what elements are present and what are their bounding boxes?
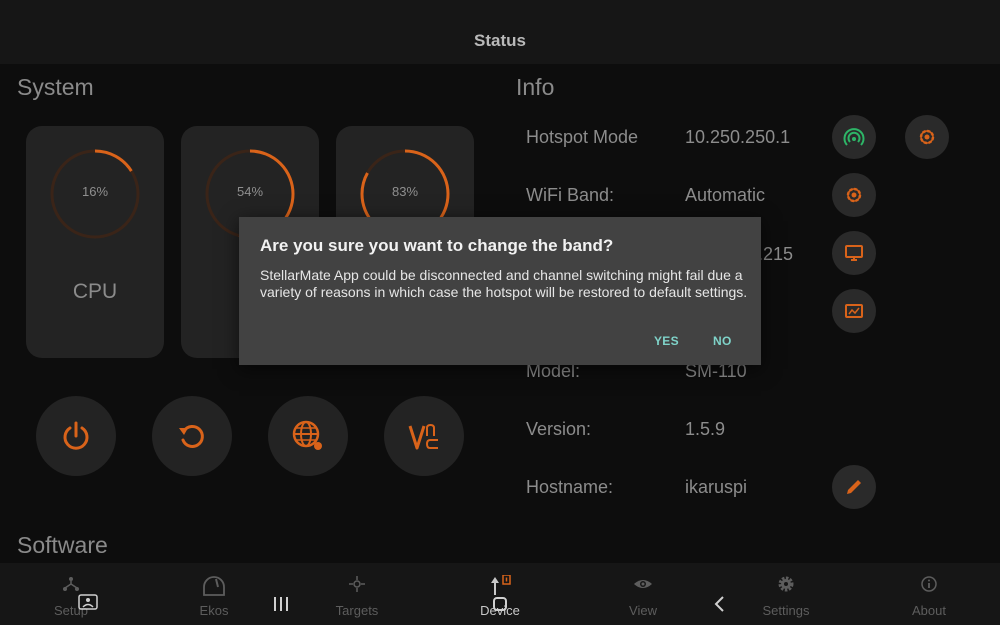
gear-icon: [846, 187, 862, 203]
nav-ekos-label: Ekos: [199, 603, 229, 618]
back-icon[interactable]: [712, 595, 728, 613]
bottom-navigation: Setup Ekos Targets Device View Settings …: [0, 563, 1000, 625]
restart-button[interactable]: [152, 396, 232, 476]
cpu-gauge-card[interactable]: 16% CPU: [26, 126, 164, 358]
restart-icon: [179, 424, 204, 448]
power-button[interactable]: [36, 396, 116, 476]
change-band-dialog: Are you sure you want to change the band…: [239, 217, 761, 365]
nav-about[interactable]: About: [879, 563, 979, 625]
device-icon: [491, 575, 511, 595]
dialog-title: Are you sure you want to change the band…: [260, 236, 614, 255]
cpu-gauge-value: 16%: [81, 184, 109, 199]
nav-settings[interactable]: Settings: [736, 563, 836, 625]
recent-apps-icon[interactable]: [272, 596, 290, 612]
power-icon: [63, 421, 89, 450]
version-value: 1.5.9: [685, 419, 726, 439]
vnc-button[interactable]: [384, 396, 464, 476]
nav-settings-label: Settings: [762, 603, 810, 618]
remote-desktop-button[interactable]: [832, 231, 876, 275]
nav-setup[interactable]: Setup: [21, 563, 121, 625]
dialog-message: StellarMate App could be disconnected an…: [260, 267, 748, 300]
target-icon: [349, 576, 365, 592]
network-icon: [63, 577, 79, 591]
hostname-label: Hostname:: [526, 477, 614, 497]
screenshot-assist-icon[interactable]: [78, 594, 98, 612]
eye-icon: [634, 580, 652, 588]
wifi-band-label: WiFi Band:: [526, 185, 615, 205]
version-label: Version:: [526, 419, 592, 439]
nav-targets[interactable]: Targets: [307, 563, 407, 625]
nav-ekos[interactable]: Ekos: [164, 563, 264, 625]
screen-icon: [845, 304, 863, 318]
nav-targets-label: Targets: [335, 603, 379, 618]
web-button[interactable]: [268, 396, 348, 476]
vnc-icon: [408, 423, 438, 450]
nav-about-label: About: [912, 603, 946, 618]
ip-address-value: .215: [758, 244, 794, 264]
page-title: Status: [474, 31, 526, 50]
yes-button[interactable]: YES: [654, 334, 679, 348]
software-section-title: Software: [17, 532, 108, 558]
gear-icon: [919, 129, 935, 145]
cpu-gauge-label: CPU: [72, 280, 118, 303]
monitor-icon: [845, 245, 863, 261]
nav-setup-label: Setup: [54, 603, 88, 618]
ram-gauge-value: 54%: [236, 184, 264, 199]
nav-device[interactable]: Device: [450, 563, 550, 625]
home-icon[interactable]: [492, 596, 508, 612]
screen-button[interactable]: [832, 289, 876, 333]
top-app-bar: Status: [0, 0, 1000, 64]
observatory-icon: [203, 576, 225, 596]
no-button[interactable]: NO: [713, 334, 732, 348]
info-icon: [921, 576, 937, 592]
edit-hostname-button[interactable]: [832, 465, 876, 509]
globe-icon: [292, 420, 322, 450]
storage-gauge-value: 83%: [391, 184, 419, 199]
hotspot-mode-value: 10.250.250.1: [685, 127, 791, 147]
hostname-value: ikaruspi: [685, 477, 748, 497]
nav-view[interactable]: View: [593, 563, 693, 625]
system-section-title: System: [17, 74, 94, 100]
info-section-title: Info: [516, 74, 555, 100]
pencil-icon: [847, 480, 861, 494]
hotspot-mode-label: Hotspot Mode: [526, 127, 639, 147]
nav-view-label: View: [629, 603, 657, 618]
wifi-band-value: Automatic: [685, 185, 766, 205]
wifi-band-settings-button[interactable]: [832, 173, 876, 217]
hotspot-settings-button[interactable]: [905, 115, 949, 159]
gear-icon: [778, 576, 794, 592]
hotspot-toggle-button[interactable]: [832, 115, 876, 159]
hotspot-icon: [843, 128, 865, 146]
